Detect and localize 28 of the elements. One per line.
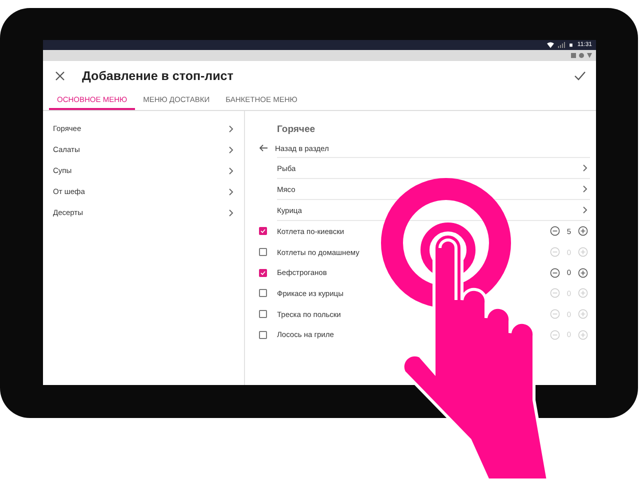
minus-icon[interactable] (550, 268, 560, 278)
chevron-right-icon (582, 206, 588, 214)
plus-icon[interactable] (578, 268, 588, 278)
check-icon[interactable] (574, 70, 586, 80)
chevron-right-icon (228, 166, 234, 174)
checkbox[interactable] (259, 248, 267, 256)
checkbox[interactable] (259, 289, 267, 298)
screen-title: Добавление в стоп-лист (82, 68, 234, 82)
back-arrow-icon[interactable] (259, 144, 268, 152)
checkbox[interactable] (259, 310, 267, 318)
chevron-right-icon (228, 146, 234, 154)
chevron-right-icon (582, 185, 588, 193)
checkbox[interactable] (259, 227, 267, 236)
chevron-right-icon (228, 208, 234, 216)
section-title: Горячее (276, 122, 316, 136)
chevron-right-icon (228, 124, 234, 132)
minus-icon[interactable] (550, 226, 560, 236)
circle-icon[interactable] (579, 53, 584, 58)
triangle-icon[interactable] (587, 53, 592, 58)
battery-icon (569, 42, 574, 48)
checkbox[interactable] (259, 268, 267, 277)
signal-icon (558, 42, 566, 48)
chevron-right-icon (228, 188, 234, 196)
plus-icon[interactable] (578, 226, 588, 236)
checkbox[interactable] (259, 330, 267, 339)
chevron-right-icon (582, 164, 588, 172)
wifi-icon (547, 42, 554, 48)
close-icon[interactable] (55, 70, 65, 80)
